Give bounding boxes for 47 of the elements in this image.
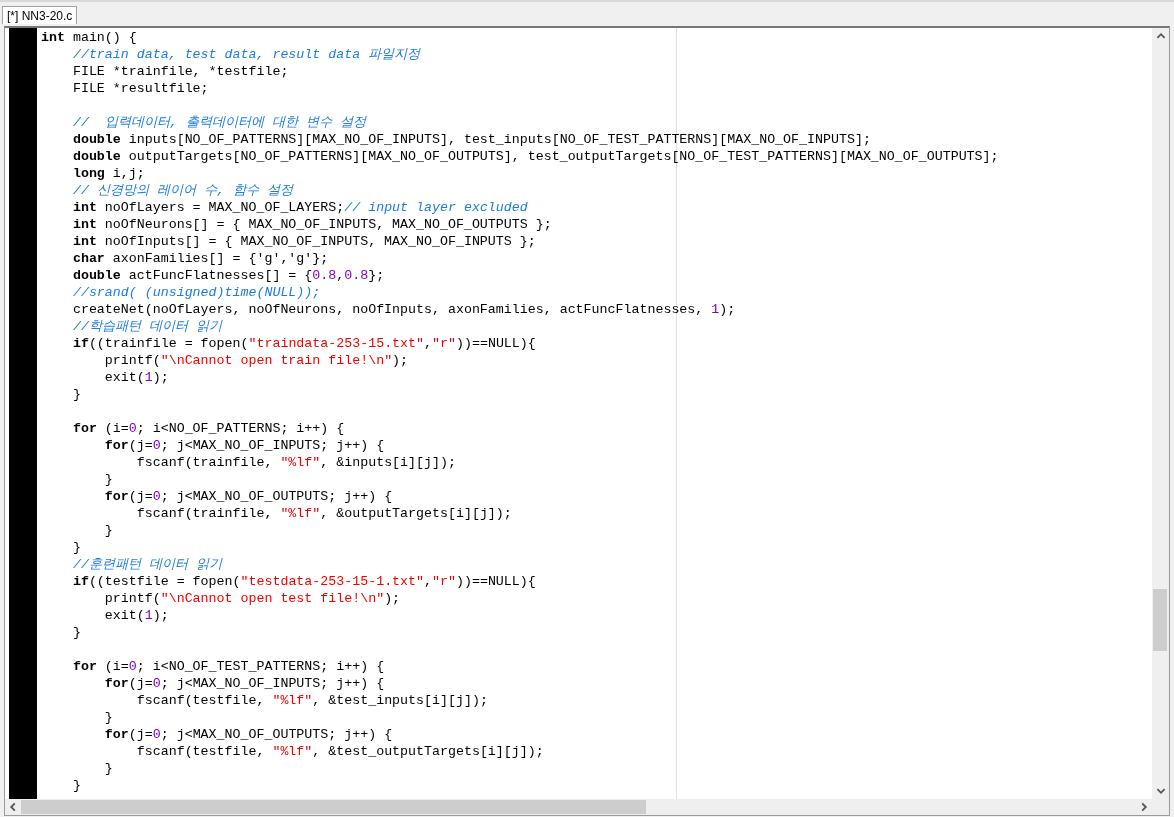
code-line: exit(1); (103, 369, 170, 386)
code-line: } (103, 522, 114, 539)
code-line: for(j=0; j<MAX_NO_OF_OUTPUTS; j++) { (103, 726, 394, 743)
code-line: } (71, 624, 82, 641)
code-line: FILE *trainfile, *testfile; (71, 63, 290, 80)
code-line: FILE *resultfile; (71, 80, 210, 97)
code-line: printf("\nCannot open test file!\n"); (103, 590, 402, 607)
horizontal-scrollbar[interactable] (5, 799, 1152, 815)
code-line: double actFuncFlatnesses[] = {0.8,0.8}; (71, 267, 386, 284)
code-line: for(j=0; j<MAX_NO_OF_INPUTS; j++) { (103, 675, 386, 692)
code-line: fscanf(trainfile, "%lf", &inputs[i][j]); (135, 454, 457, 471)
file-tab[interactable]: [*] NN3-20.c (2, 6, 78, 24)
code-line: int main() { (41, 29, 138, 46)
code-line: } (103, 760, 114, 777)
code-line: //훈련패턴 데이터 읽기 (71, 556, 224, 573)
code-line: // 신경망의 레이어 수, 함수 설정 (71, 182, 295, 199)
code-line: if((trainfile = fopen("traindata-253-15.txt","r"))==NULL){ (71, 335, 537, 352)
code-line: int noOfLayers = MAX_NO_OF_LAYERS;// input layer excluded (71, 199, 529, 216)
code-line: } (103, 471, 114, 488)
code-line: //srand( (unsigned)time(NULL)); (71, 284, 322, 301)
code-line: fscanf(testfile, "%lf", &test_inputs[i][j]); (135, 692, 489, 709)
code-line: } (103, 709, 114, 726)
code-line: if((testfile = fopen("testdata-253-15-1.txt","r"))==NULL){ (71, 573, 537, 590)
scrollbar-thumb[interactable] (1153, 589, 1167, 651)
code-line: } (71, 386, 82, 403)
code-line: for (i=0; i<NO_OF_TEST_PATTERNS; i++) { (71, 658, 386, 675)
code-line: } (71, 539, 82, 556)
vertical-scrollbar[interactable] (1152, 28, 1169, 799)
code-line: // 입력데이터, 출력데이터에 대한 변수 설정 (71, 114, 368, 131)
code-line: for(j=0; j<MAX_NO_OF_INPUTS; j++) { (103, 437, 386, 454)
code-line: double inputs[NO_OF_PATTERNS][MAX_NO_OF_INPUTS], test_inputs[NO_OF_TEST_PATTERNS][MAX_NO_OF_INPUTS]; (71, 131, 872, 148)
code-line: createNet(noOfLayers, noOfNeurons, noOfInputs, axonFamilies, actFuncFlatnesses, 1); (71, 301, 737, 318)
code-line: double outputTargets[NO_OF_PATTERNS][MAX_NO_OF_OUTPUTS], test_outputTargets[NO_OF_TEST_PATTERNS][MAX_NO_OF_OUTPUTS]; (71, 148, 1000, 165)
code-line: } (71, 777, 82, 794)
code-line: //train data, test data, result data 파일지정 (71, 46, 422, 63)
code-line: int noOfNeurons[] = { MAX_NO_OF_INPUTS, MAX_NO_OF_OUTPUTS }; (71, 216, 553, 233)
scrollbar-thumb[interactable] (21, 800, 646, 814)
code-line: char axonFamilies[] = {'g','g'}; (71, 250, 330, 267)
code-line: printf("\nCannot open train file!\n"); (103, 352, 410, 369)
code-line: fscanf(testfile, "%lf", &test_outputTargets[i][j]); (135, 743, 545, 760)
code-line: fscanf(trainfile, "%lf", &outputTargets[i][j]); (135, 505, 513, 522)
code-line: long i,j; (71, 165, 146, 182)
code-line: for(j=0; j<MAX_NO_OF_OUTPUTS; j++) { (103, 488, 394, 505)
code-line: for (i=0; i<NO_OF_PATTERNS; i++) { (71, 420, 346, 437)
code-line: int noOfInputs[] = { MAX_NO_OF_INPUTS, MAX_NO_OF_INPUTS }; (71, 233, 537, 250)
code-line: exit(1); (103, 607, 170, 624)
code-line: //학습패턴 데이터 읽기 (71, 318, 224, 335)
